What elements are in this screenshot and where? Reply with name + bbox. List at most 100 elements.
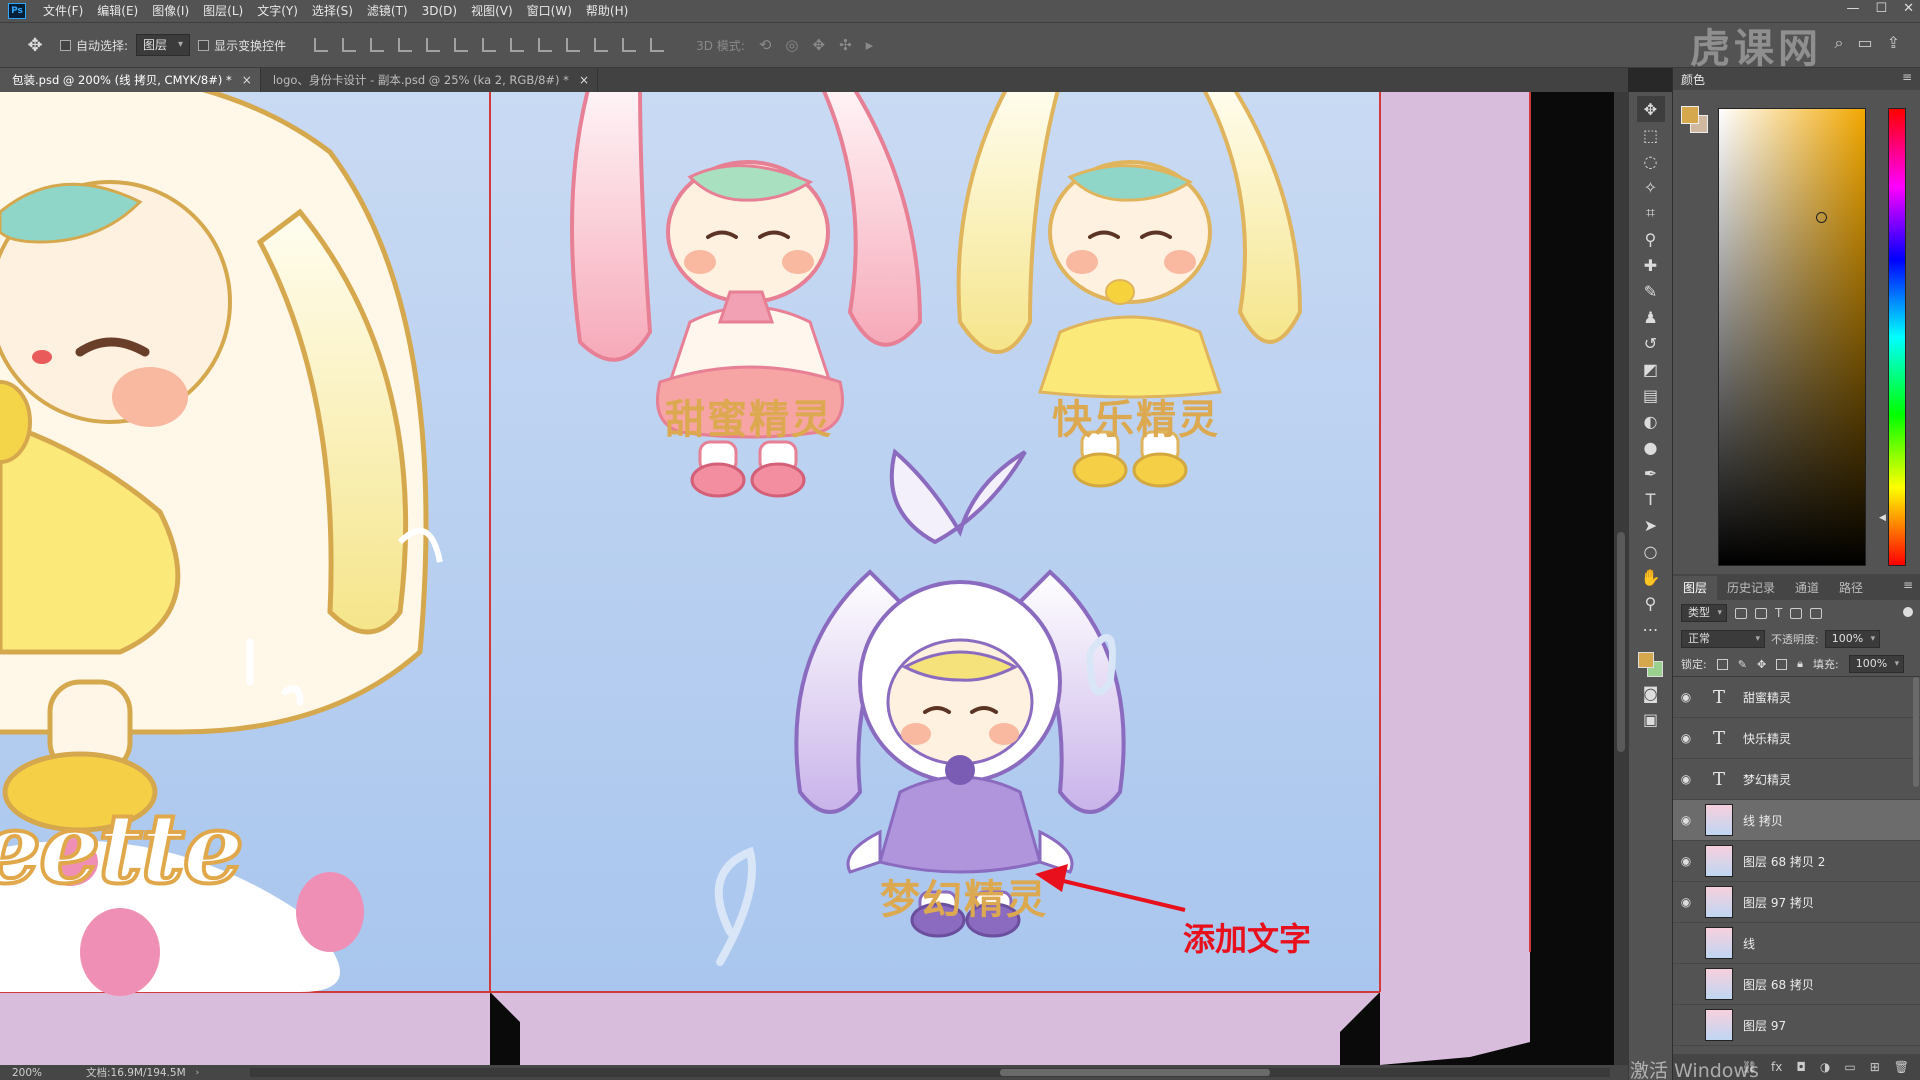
layer-row-dream-spirit[interactable]: ◉ T 梦幻精灵: [1673, 759, 1920, 800]
blur-tool-icon[interactable]: ◐: [1637, 408, 1665, 434]
lock-pixels-icon[interactable]: ✎: [1738, 658, 1747, 671]
filter-shape-icon[interactable]: [1790, 607, 1803, 619]
menu-view[interactable]: 视图(V): [464, 0, 520, 22]
new-group-icon[interactable]: ▭: [1844, 1060, 1855, 1074]
auto-align-icon[interactable]: [650, 38, 665, 52]
lasso-tool-icon[interactable]: ◌: [1637, 148, 1665, 174]
visibility-eye-icon[interactable]: ◉: [1673, 813, 1699, 827]
fill-field[interactable]: 100%: [1848, 655, 1905, 673]
move-tool-icon[interactable]: ✥: [1636, 96, 1665, 122]
layer-name[interactable]: 梦幻精灵: [1743, 771, 1791, 788]
share-icon[interactable]: ⇪: [1887, 33, 1900, 53]
visibility-toggle-empty[interactable]: ◉: [1673, 936, 1699, 950]
canvas-vertical-scrollbar[interactable]: [1614, 92, 1628, 1065]
layer-name[interactable]: 图层 97 拷贝: [1743, 894, 1814, 911]
workspace-icon[interactable]: ▭: [1857, 33, 1872, 53]
layers-scrollbar[interactable]: [1913, 677, 1919, 787]
visibility-toggle-empty[interactable]: ◉: [1673, 1018, 1699, 1032]
visibility-toggle-empty[interactable]: ◉: [1673, 977, 1699, 991]
3d-orbit-icon[interactable]: ⟲: [759, 36, 772, 54]
tab-history[interactable]: 历史记录: [1717, 576, 1785, 600]
menu-window[interactable]: 窗口(W): [520, 0, 579, 22]
close-icon[interactable]: ×: [242, 73, 252, 87]
blend-mode-dropdown[interactable]: 正常: [1681, 630, 1765, 648]
auto-select-box[interactable]: [60, 39, 71, 51]
auto-select-target-dropdown[interactable]: 图层: [136, 34, 191, 56]
distribute-bottom-icon[interactable]: [538, 38, 553, 52]
layer-name[interactable]: 图层 68 拷贝: [1743, 976, 1814, 993]
dodge-tool-icon[interactable]: ●: [1637, 434, 1665, 460]
healing-brush-tool-icon[interactable]: ✚: [1637, 252, 1665, 278]
lock-position-icon[interactable]: ✥: [1757, 658, 1766, 671]
more-tools-icon[interactable]: ⋯: [1637, 616, 1665, 642]
layer-filter-kind-dropdown[interactable]: 类型: [1681, 604, 1727, 622]
eraser-tool-icon[interactable]: ◩: [1637, 356, 1665, 382]
panel-menu-icon[interactable]: ≡: [1903, 578, 1913, 592]
lock-artboard-icon[interactable]: [1776, 658, 1788, 670]
tab-paths[interactable]: 路径: [1829, 576, 1873, 600]
lock-transparent-icon[interactable]: [1716, 658, 1728, 670]
delete-layer-icon[interactable]: 🗑︎: [1894, 1060, 1909, 1074]
filter-toggle-icon[interactable]: [1903, 607, 1913, 617]
3d-roll-icon[interactable]: ◎: [785, 36, 798, 54]
menu-help[interactable]: 帮助(H): [579, 0, 635, 22]
layer-row-97-copy[interactable]: ◉ 图层 97 拷贝: [1673, 882, 1920, 923]
layer-row-97[interactable]: ◉ 图层 97: [1673, 1005, 1920, 1046]
align-left-icon[interactable]: [398, 38, 413, 52]
filter-smart-object-icon[interactable]: [1810, 607, 1823, 619]
foreground-color-swatch[interactable]: [1637, 652, 1654, 668]
menu-layer[interactable]: 图层(L): [196, 0, 250, 22]
close-window-button[interactable]: ✕: [1903, 0, 1914, 18]
layer-name[interactable]: 快乐精灵: [1743, 730, 1791, 747]
tab-layers[interactable]: 图层: [1673, 576, 1718, 600]
path-selection-tool-icon[interactable]: ➤: [1637, 512, 1665, 538]
show-transform-controls-checkbox[interactable]: 显示变换控件: [198, 37, 286, 54]
tab-logo-psd[interactable]: logo、身份卡设计 - 副本.psd @ 25% (ka 2, RGB/8#)…: [261, 68, 598, 92]
marquee-tool-icon[interactable]: ⬚: [1637, 122, 1665, 148]
minimize-button[interactable]: —: [1846, 0, 1859, 18]
visibility-eye-icon[interactable]: ◉: [1673, 690, 1699, 704]
gradient-tool-icon[interactable]: ▤: [1637, 382, 1665, 408]
layer-name[interactable]: 图层 97: [1743, 1017, 1786, 1034]
filter-adjustment-icon[interactable]: [1755, 607, 1767, 619]
menu-edit[interactable]: 编辑(E): [90, 0, 145, 22]
distribute-right-icon[interactable]: [622, 38, 637, 52]
magic-wand-tool-icon[interactable]: ✧: [1637, 174, 1665, 200]
hue-slider[interactable]: [1888, 108, 1906, 566]
adjustment-layer-icon[interactable]: ◑: [1820, 1060, 1830, 1074]
search-icon[interactable]: ⌕: [1835, 33, 1844, 53]
panel-menu-icon[interactable]: ≡: [1902, 70, 1912, 84]
color-swatches[interactable]: [1636, 650, 1666, 680]
brush-tool-icon[interactable]: ✎: [1637, 278, 1665, 304]
align-top-icon[interactable]: [314, 38, 329, 52]
menu-select[interactable]: 选择(S): [305, 0, 360, 22]
color-picker-ring[interactable]: [1816, 212, 1827, 223]
align-right-icon[interactable]: [454, 38, 469, 52]
menu-filter[interactable]: 滤镜(T): [360, 0, 415, 22]
distribute-hcenter-icon[interactable]: [594, 38, 609, 52]
eyedropper-tool-icon[interactable]: ⚲: [1637, 226, 1665, 252]
saturation-brightness-field[interactable]: [1718, 108, 1866, 566]
zoom-level[interactable]: 200%: [0, 1067, 62, 1079]
document-canvas[interactable]: 甜蜜精灵 快乐精灵 梦幻精灵 添加文字 eette: [0, 92, 1614, 1065]
screen-mode-icon[interactable]: ▣: [1637, 706, 1665, 732]
add-mask-icon[interactable]: ◘: [1796, 1060, 1806, 1074]
align-hcenter-icon[interactable]: [426, 38, 441, 52]
layer-name[interactable]: 甜蜜精灵: [1743, 689, 1791, 706]
visibility-eye-icon[interactable]: ◉: [1673, 772, 1699, 786]
pen-tool-icon[interactable]: ✒: [1637, 460, 1665, 486]
stamp-tool-icon[interactable]: ♟: [1637, 304, 1665, 330]
canvas-horizontal-scrollbar[interactable]: [250, 1068, 1610, 1077]
filter-type-icon[interactable]: T: [1775, 606, 1782, 620]
tab-channels[interactable]: 通道: [1785, 576, 1829, 600]
menu-3d[interactable]: 3D(D): [415, 0, 464, 22]
menu-type[interactable]: 文字(Y): [250, 0, 305, 22]
visibility-eye-icon[interactable]: ◉: [1673, 731, 1699, 745]
opacity-field[interactable]: 100%: [1824, 630, 1881, 648]
lock-all-icon[interactable]: 🔒︎: [1797, 657, 1803, 671]
distribute-vcenter-icon[interactable]: [510, 38, 525, 52]
quick-mask-icon[interactable]: ◙: [1637, 680, 1665, 706]
menu-image[interactable]: 图像(I): [145, 0, 196, 22]
3d-scale-icon[interactable]: ▸: [866, 36, 874, 54]
distribute-top-icon[interactable]: [482, 38, 497, 52]
